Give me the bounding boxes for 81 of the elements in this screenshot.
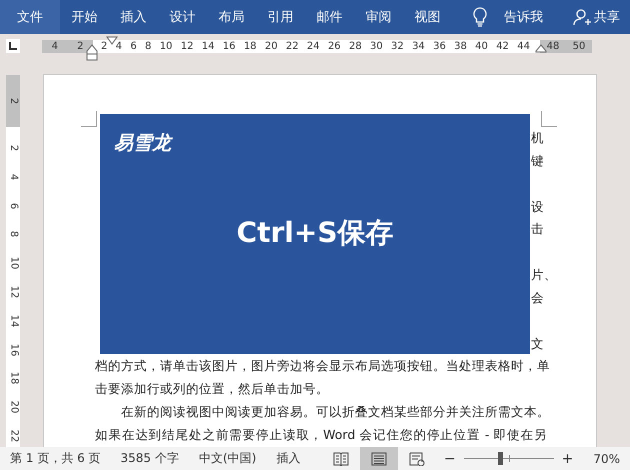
ruler-number: 2: [101, 40, 108, 52]
body-text-line: 档的方式，请单击该图片，图片旁边将会显示布局选项按钮。当处理表格时，单: [95, 358, 547, 374]
ruler-number: 26: [328, 40, 341, 52]
open-book-icon: [332, 452, 349, 466]
logo-text: 易雪龙: [114, 131, 171, 156]
ruler-number: 32: [391, 40, 404, 52]
ruler-number: 34: [412, 40, 425, 52]
web-page-icon: [408, 452, 425, 466]
ruler-number: 16: [222, 40, 236, 52]
ruler-number: 42: [496, 40, 509, 52]
ribbon-tab[interactable]: 邮件: [305, 0, 354, 34]
insert-mode[interactable]: 插入: [276, 450, 300, 467]
ruler-number: 12: [180, 40, 194, 52]
ruler-number: 40: [475, 40, 488, 52]
ruler-number: 44: [517, 40, 530, 52]
text-fragment: 设: [531, 198, 544, 214]
ruler-number: 38: [454, 40, 467, 52]
ruler-number: 2: [7, 98, 20, 104]
text-fragment: 文: [531, 336, 544, 352]
body-text-line: 如果在达到结尾处之前需要停止读取，Word 会记住您的停止位置 - 即使在另: [95, 426, 547, 442]
ribbon-tab[interactable]: 文件: [0, 0, 60, 34]
ribbon-tab[interactable]: 开始: [60, 0, 109, 34]
margin-corner-mark: [81, 111, 97, 127]
card-caption: Ctrl+S保存: [236, 215, 394, 251]
ruler-number: 2: [77, 40, 84, 52]
body-text-line: 在新的阅读视图中阅读更加容易。可以折叠文档某些部分并关注所需文本。: [120, 404, 547, 420]
ribbon-tab[interactable]: 视图: [403, 0, 452, 34]
zoom-level[interactable]: 70%: [593, 452, 620, 466]
ruler-number: 28: [348, 40, 362, 52]
zoom-out-button[interactable]: −: [444, 450, 456, 466]
ruler-number: 4: [52, 40, 58, 52]
ruler-number: 18: [7, 372, 20, 385]
word-count[interactable]: 3585 个字: [120, 450, 179, 467]
ruler-number: 4: [7, 174, 20, 180]
ruler-number: 30: [370, 40, 383, 52]
zoom-slider[interactable]: [464, 452, 554, 465]
lightbulb-icon[interactable]: [472, 7, 488, 27]
margin-corner-mark: [541, 111, 557, 127]
zoom-slider-thumb[interactable]: [498, 452, 503, 465]
text-fragment: 片、: [531, 267, 557, 283]
ruler-number: 12: [7, 286, 20, 298]
ruler-number: 36: [433, 40, 446, 52]
body-text-line: 击要添加行或列的位置，然后单击加号。: [95, 380, 330, 396]
text-fragment: 击: [531, 221, 544, 237]
text-fragment: 会: [531, 290, 544, 306]
ruler-number: 20: [264, 40, 278, 52]
ribbon-tab[interactable]: 设计: [158, 0, 207, 34]
ruler-number: 14: [7, 314, 20, 328]
ruler-number: 22: [286, 40, 299, 52]
ruler-number: 48: [546, 40, 560, 52]
ruler-number: 4: [116, 40, 122, 52]
tab-selector[interactable]: [6, 39, 20, 53]
text-fragment: 机: [531, 130, 544, 146]
right-indent-marker[interactable]: [535, 44, 547, 52]
ruler-number: 50: [572, 40, 586, 52]
ruler-number: 8: [7, 231, 20, 238]
ribbon-tab[interactable]: 插入: [109, 0, 158, 34]
ribbon-tab[interactable]: 审阅: [354, 0, 403, 34]
person-add-icon: [573, 8, 591, 26]
zoom-in-button[interactable]: +: [562, 450, 574, 466]
ruler-number: 2: [7, 144, 20, 152]
ruler-number: 6: [7, 202, 20, 209]
language-indicator[interactable]: 中文(中国): [198, 450, 256, 467]
ruler-number: 22: [7, 430, 20, 442]
ribbon-tab[interactable]: 引用: [256, 0, 305, 34]
ruler-number: 6: [130, 40, 137, 52]
ruler-number: 20: [7, 400, 20, 414]
ruler-number: 24: [306, 40, 320, 52]
ruler-number: 16: [7, 343, 20, 356]
ruler-number: 10: [7, 256, 20, 270]
ribbon-tab[interactable]: 布局: [207, 0, 256, 34]
page-lines-icon: [370, 452, 387, 466]
tell-me-text[interactable]: 告诉我: [504, 8, 543, 26]
text-fragment: 键: [531, 152, 544, 168]
ruler-number: 10: [160, 40, 172, 52]
page-count[interactable]: 第 1 页，共 6 页: [10, 450, 101, 467]
ruler-number: 8: [145, 40, 152, 52]
ruler-number: 18: [244, 40, 257, 52]
ruler-number: 14: [202, 40, 214, 52]
print-view-button[interactable]: [360, 447, 398, 470]
share-button[interactable]: 共享: [573, 8, 620, 26]
